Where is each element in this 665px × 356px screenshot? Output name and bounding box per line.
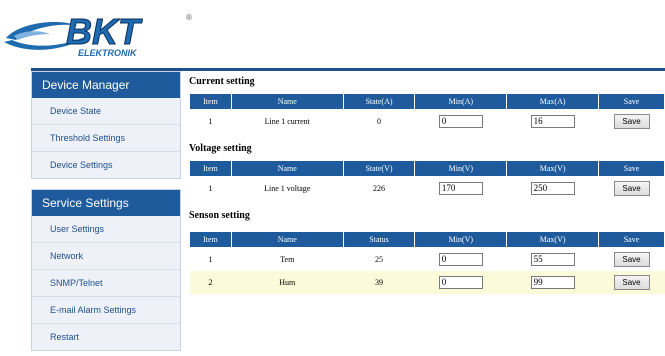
current-setting-table: Item Name State(A) Min(A) Max(A) Save 1 … <box>189 93 665 133</box>
item-number: 1 <box>208 116 213 126</box>
voltage-setting-title: Voltage setting <box>189 143 252 154</box>
column-header: Name <box>230 93 344 110</box>
sensor-name: Hum <box>231 270 344 294</box>
column-header: Min(V) <box>414 231 508 248</box>
sidebar-item-device-state[interactable]: Device State <box>32 98 180 125</box>
sidebar-item-user-settings[interactable]: User Settings <box>32 216 180 243</box>
item-number: 1 <box>208 254 213 264</box>
state-value: 0 <box>377 116 381 126</box>
max-voltage-input[interactable] <box>530 181 575 195</box>
save-tem-button[interactable]: Save <box>613 251 650 267</box>
min-tem-input[interactable] <box>438 252 483 266</box>
sensor-name: Tem <box>280 254 295 264</box>
status-value: 39 <box>343 270 415 294</box>
column-header: Item <box>189 231 232 248</box>
column-header: Name <box>230 160 344 177</box>
sidebar-item-snmp-telnet[interactable]: SNMP/Telnet <box>32 270 180 297</box>
min-current-input[interactable] <box>438 114 483 128</box>
column-header: State(A) <box>342 93 416 110</box>
line-name: Line 1 voltage <box>264 183 311 193</box>
svg-text:BKT: BKT <box>66 11 143 52</box>
column-header: Item <box>189 93 232 110</box>
status-value: 25 <box>374 254 383 264</box>
save-hum-button[interactable]: Save <box>613 274 650 290</box>
column-header: Max(V) <box>506 160 600 177</box>
service-settings-panel: Service Settings User Settings Network S… <box>31 189 181 351</box>
item-number: 1 <box>208 183 213 193</box>
service-settings-heading: Service Settings <box>32 190 180 216</box>
column-header: Save <box>598 160 665 177</box>
column-header: Max(A) <box>506 93 600 110</box>
device-manager-heading: Device Manager <box>32 72 180 98</box>
svg-text:®: ® <box>186 13 192 22</box>
state-value: 226 <box>373 183 385 193</box>
column-header: Status <box>342 231 416 248</box>
sidebar-item-email-alarm-settings[interactable]: E-mail Alarm Settings <box>32 297 180 324</box>
line-name: Line 1 current <box>264 116 310 126</box>
max-current-input[interactable] <box>530 114 575 128</box>
sensor-setting-title: Senson setting <box>189 210 250 221</box>
column-header: Item <box>189 160 232 177</box>
column-header: Save <box>598 231 665 248</box>
sensor-setting-table: Item Name Status Min(V) Max(V) Save 1 Te… <box>189 231 665 294</box>
sidebar: Device Manager Device State Threshold Se… <box>31 71 181 351</box>
sidebar-item-threshold-settings[interactable]: Threshold Settings <box>32 125 180 152</box>
table-row: 1 Line 1 voltage 226 Save <box>190 177 665 200</box>
column-header: Min(A) <box>414 93 508 110</box>
main-content: Current setting Item Name State(A) Min(A… <box>189 71 665 294</box>
column-header: Min(V) <box>414 160 508 177</box>
column-header: Name <box>230 231 344 248</box>
save-voltage-button[interactable]: Save <box>613 180 650 196</box>
current-setting-title: Current setting <box>189 76 255 87</box>
column-header: Save <box>598 93 665 110</box>
min-hum-input[interactable] <box>438 275 483 289</box>
column-header: State(V) <box>342 160 416 177</box>
table-row: 2 Hum 39 Save <box>189 270 665 294</box>
sidebar-item-device-settings[interactable]: Device Settings <box>32 152 180 178</box>
voltage-setting-table: Item Name State(V) Min(V) Max(V) Save 1 … <box>189 160 665 200</box>
table-row: 1 Line 1 current 0 Save <box>190 110 665 133</box>
svg-text:ELEKTRONIK: ELEKTRONIK <box>78 48 138 58</box>
min-voltage-input[interactable] <box>438 181 483 195</box>
table-row: 1 Tem 25 Save <box>190 248 665 271</box>
header: BKT ELEKTRONIK ® <box>0 0 665 70</box>
item-number: 2 <box>189 270 232 294</box>
max-tem-input[interactable] <box>530 252 575 266</box>
device-manager-panel: Device Manager Device State Threshold Se… <box>31 71 181 179</box>
bkt-logo: BKT ELEKTRONIK ® <box>4 11 192 58</box>
sidebar-item-restart[interactable]: Restart <box>32 324 180 350</box>
column-header: Max(V) <box>506 231 600 248</box>
max-hum-input[interactable] <box>530 275 575 289</box>
sidebar-item-network[interactable]: Network <box>32 243 180 270</box>
save-current-button[interactable]: Save <box>613 113 650 129</box>
